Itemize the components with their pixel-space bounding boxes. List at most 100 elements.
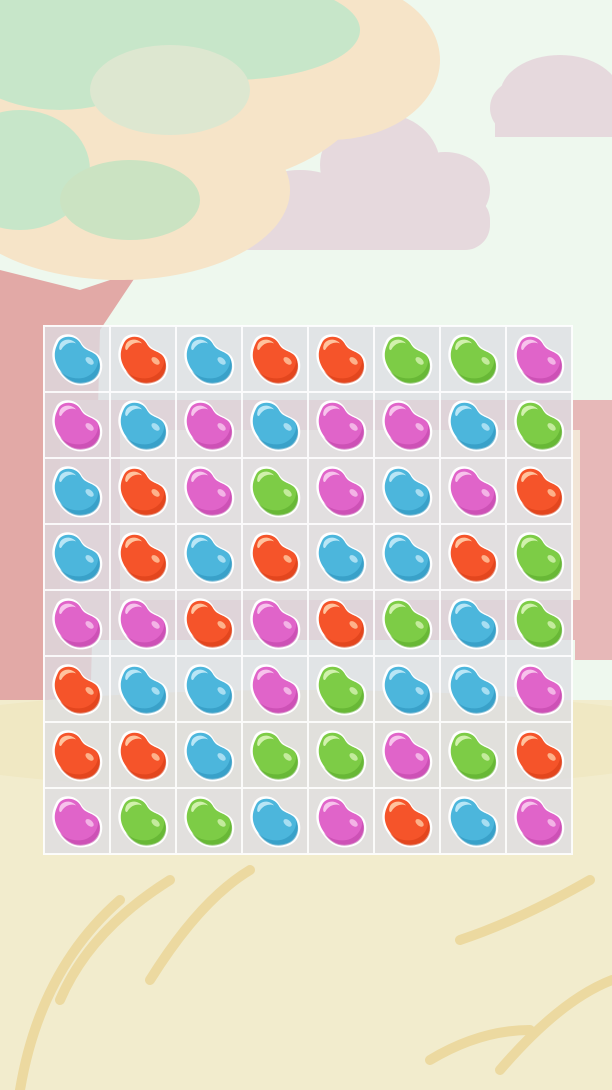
board-cell[interactable] [110,788,176,854]
pink-jellybean-icon[interactable] [46,394,108,456]
board-cell[interactable] [242,524,308,590]
green-jellybean-icon[interactable] [310,658,372,720]
orange-jellybean-icon[interactable] [508,460,570,522]
board-cell[interactable] [44,788,110,854]
board-cell[interactable] [44,590,110,656]
pink-jellybean-icon[interactable] [178,394,240,456]
board-cell[interactable] [242,656,308,722]
board-cell[interactable] [506,656,572,722]
board-cell[interactable] [308,590,374,656]
orange-jellybean-icon[interactable] [310,328,372,390]
pink-jellybean-icon[interactable] [178,460,240,522]
green-jellybean-icon[interactable] [244,724,306,786]
pink-jellybean-icon[interactable] [46,592,108,654]
board-cell[interactable] [242,458,308,524]
pink-jellybean-icon[interactable] [310,394,372,456]
pink-jellybean-icon[interactable] [508,328,570,390]
orange-jellybean-icon[interactable] [112,526,174,588]
board-cell[interactable] [176,788,242,854]
pink-jellybean-icon[interactable] [442,460,504,522]
board-cell[interactable] [374,722,440,788]
orange-jellybean-icon[interactable] [376,790,438,852]
green-jellybean-icon[interactable] [244,460,306,522]
pink-jellybean-icon[interactable] [310,790,372,852]
green-jellybean-icon[interactable] [508,592,570,654]
pink-jellybean-icon[interactable] [310,460,372,522]
pink-jellybean-icon[interactable] [376,724,438,786]
blue-jellybean-icon[interactable] [178,526,240,588]
pink-jellybean-icon[interactable] [112,592,174,654]
board-cell[interactable] [242,326,308,392]
orange-jellybean-icon[interactable] [46,724,108,786]
board-cell[interactable] [440,326,506,392]
blue-jellybean-icon[interactable] [310,526,372,588]
board-cell[interactable] [308,392,374,458]
board-cell[interactable] [308,458,374,524]
board-cell[interactable] [440,722,506,788]
board-cell[interactable] [374,392,440,458]
blue-jellybean-icon[interactable] [244,394,306,456]
board-cell[interactable] [176,656,242,722]
pink-jellybean-icon[interactable] [244,658,306,720]
board-cell[interactable] [110,722,176,788]
green-jellybean-icon[interactable] [508,394,570,456]
board-cell[interactable] [242,788,308,854]
blue-jellybean-icon[interactable] [442,790,504,852]
board-cell[interactable] [308,326,374,392]
board-cell[interactable] [44,524,110,590]
blue-jellybean-icon[interactable] [376,460,438,522]
board-cell[interactable] [440,392,506,458]
board-cell[interactable] [176,590,242,656]
green-jellybean-icon[interactable] [376,592,438,654]
board-cell[interactable] [110,590,176,656]
board-cell[interactable] [242,392,308,458]
board-cell[interactable] [506,590,572,656]
orange-jellybean-icon[interactable] [310,592,372,654]
blue-jellybean-icon[interactable] [46,328,108,390]
board-cell[interactable] [374,590,440,656]
green-jellybean-icon[interactable] [310,724,372,786]
green-jellybean-icon[interactable] [178,790,240,852]
board-cell[interactable] [440,590,506,656]
blue-jellybean-icon[interactable] [46,460,108,522]
blue-jellybean-icon[interactable] [376,658,438,720]
board-cell[interactable] [242,590,308,656]
board-cell[interactable] [110,392,176,458]
orange-jellybean-icon[interactable] [508,724,570,786]
pink-jellybean-icon[interactable] [244,592,306,654]
orange-jellybean-icon[interactable] [244,526,306,588]
board-cell[interactable] [44,392,110,458]
board-cell[interactable] [44,656,110,722]
board-cell[interactable] [242,722,308,788]
blue-jellybean-icon[interactable] [178,328,240,390]
blue-jellybean-icon[interactable] [244,790,306,852]
blue-jellybean-icon[interactable] [442,592,504,654]
green-jellybean-icon[interactable] [442,724,504,786]
board-cell[interactable] [308,788,374,854]
pink-jellybean-icon[interactable] [376,394,438,456]
blue-jellybean-icon[interactable] [442,658,504,720]
pink-jellybean-icon[interactable] [508,790,570,852]
orange-jellybean-icon[interactable] [244,328,306,390]
board-cell[interactable] [176,524,242,590]
blue-jellybean-icon[interactable] [46,526,108,588]
orange-jellybean-icon[interactable] [112,724,174,786]
board-cell[interactable] [176,458,242,524]
board-cell[interactable] [176,326,242,392]
green-jellybean-icon[interactable] [376,328,438,390]
orange-jellybean-icon[interactable] [442,526,504,588]
board-cell[interactable] [506,392,572,458]
green-jellybean-icon[interactable] [112,790,174,852]
board-cell[interactable] [176,392,242,458]
blue-jellybean-icon[interactable] [178,724,240,786]
pink-jellybean-icon[interactable] [508,658,570,720]
board-cell[interactable] [44,326,110,392]
blue-jellybean-icon[interactable] [112,658,174,720]
board-cell[interactable] [110,326,176,392]
board-cell[interactable] [308,656,374,722]
orange-jellybean-icon[interactable] [112,460,174,522]
board-cell[interactable] [440,656,506,722]
board-cell[interactable] [110,458,176,524]
blue-jellybean-icon[interactable] [442,394,504,456]
orange-jellybean-icon[interactable] [178,592,240,654]
